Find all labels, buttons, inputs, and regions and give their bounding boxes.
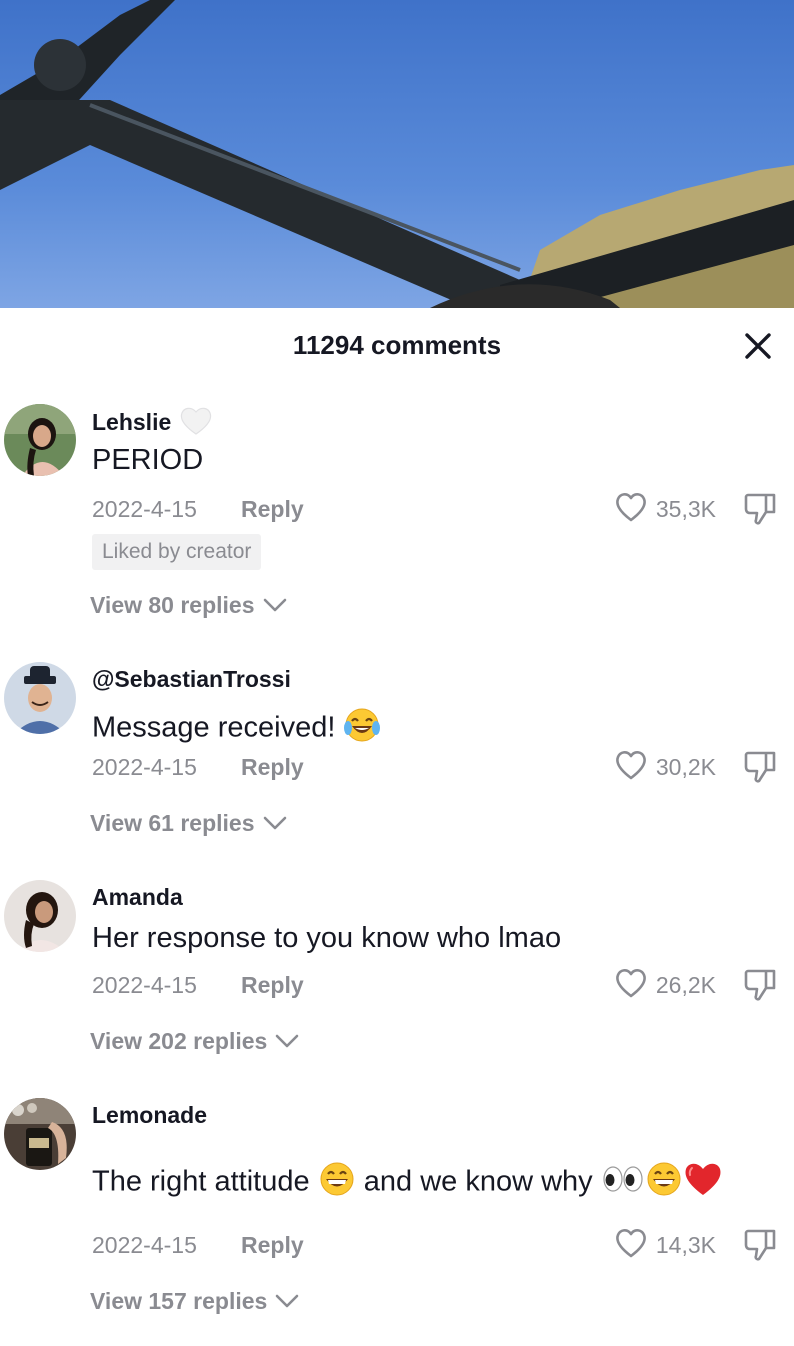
liked-by-creator-badge: Liked by creator xyxy=(92,534,262,570)
like-count: 26,2K xyxy=(655,972,716,998)
grinning-emoji xyxy=(318,1160,356,1206)
like-count: 14,3K xyxy=(655,1232,716,1258)
view-replies-button[interactable]: View 61 replies xyxy=(90,810,287,837)
thumbs-down-icon[interactable] xyxy=(742,491,778,527)
comment-text: Her response to you know who lmao xyxy=(92,922,562,954)
comment-username[interactable]: Amanda xyxy=(92,884,183,911)
eyes-emoji xyxy=(601,1160,645,1206)
heart-outline-icon xyxy=(614,749,648,786)
video-frame-image xyxy=(0,0,794,308)
comment-text: The right attitude and we know why xyxy=(92,1160,723,1206)
comments-sheet: 11294 comments Lehslie PERIOD 2022-4-15 … xyxy=(0,308,794,1346)
view-replies-label: View 202 replies xyxy=(90,1028,268,1054)
avatar[interactable] xyxy=(4,662,76,734)
username-text[interactable]: Lehslie xyxy=(92,409,171,435)
thumbs-down-icon[interactable] xyxy=(742,967,778,1003)
reply-button[interactable]: Reply xyxy=(241,496,304,523)
view-replies-button[interactable]: View 157 replies xyxy=(90,1288,299,1315)
comment-text-part: and we know why xyxy=(363,1165,593,1198)
chevron-down-icon xyxy=(255,810,287,837)
heart-outline-icon xyxy=(614,967,648,1004)
comment-username[interactable]: Lehslie xyxy=(92,406,213,442)
chevron-down-icon xyxy=(255,592,287,619)
reply-button[interactable]: Reply xyxy=(241,754,304,781)
comment-text-content: Message received! xyxy=(92,711,336,744)
like-count: 35,3K xyxy=(655,496,716,522)
comment-username[interactable]: Lemonade xyxy=(92,1102,207,1129)
view-replies-label: View 61 replies xyxy=(90,810,255,836)
comment-date: 2022-4-15 xyxy=(92,754,197,780)
view-replies-button[interactable]: View 80 replies xyxy=(90,592,287,619)
avatar[interactable] xyxy=(4,880,76,952)
close-icon[interactable] xyxy=(742,330,774,362)
comments-count-title: 11294 comments xyxy=(292,330,502,360)
reply-button[interactable]: Reply xyxy=(241,1232,304,1259)
heart-outline-icon xyxy=(614,491,648,528)
like-count: 30,2K xyxy=(655,754,716,780)
comment-text: Message received! xyxy=(92,706,381,752)
chevron-down-icon xyxy=(267,1288,299,1315)
avatar[interactable] xyxy=(4,404,76,476)
comment-text: PERIOD xyxy=(92,444,204,476)
red-heart-emoji xyxy=(683,1160,723,1206)
like-button[interactable]: 26,2K xyxy=(614,967,716,1004)
grinning-emoji xyxy=(645,1160,683,1206)
comment-date: 2022-4-15 xyxy=(92,972,197,998)
comment-date: 2022-4-15 xyxy=(92,496,197,522)
white-heart-icon xyxy=(179,406,213,442)
like-button[interactable]: 30,2K xyxy=(614,749,716,786)
view-replies-label: View 157 replies xyxy=(90,1288,268,1314)
reply-button[interactable]: Reply xyxy=(241,972,304,999)
view-replies-label: View 80 replies xyxy=(90,592,255,618)
video-background xyxy=(0,0,794,308)
thumbs-down-icon[interactable] xyxy=(742,1227,778,1263)
like-button[interactable]: 35,3K xyxy=(614,491,716,528)
heart-outline-icon xyxy=(614,1227,648,1264)
view-replies-button[interactable]: View 202 replies xyxy=(90,1028,299,1055)
thumbs-down-icon[interactable] xyxy=(742,749,778,785)
comment-date: 2022-4-15 xyxy=(92,1232,197,1258)
comment-username[interactable]: @SebastianTrossi xyxy=(92,666,291,693)
comment-text-part: The right attitude xyxy=(92,1165,310,1198)
chevron-down-icon xyxy=(267,1028,299,1055)
like-button[interactable]: 14,3K xyxy=(614,1227,716,1264)
avatar[interactable] xyxy=(4,1098,76,1170)
tears-of-joy-emoji xyxy=(343,706,381,752)
